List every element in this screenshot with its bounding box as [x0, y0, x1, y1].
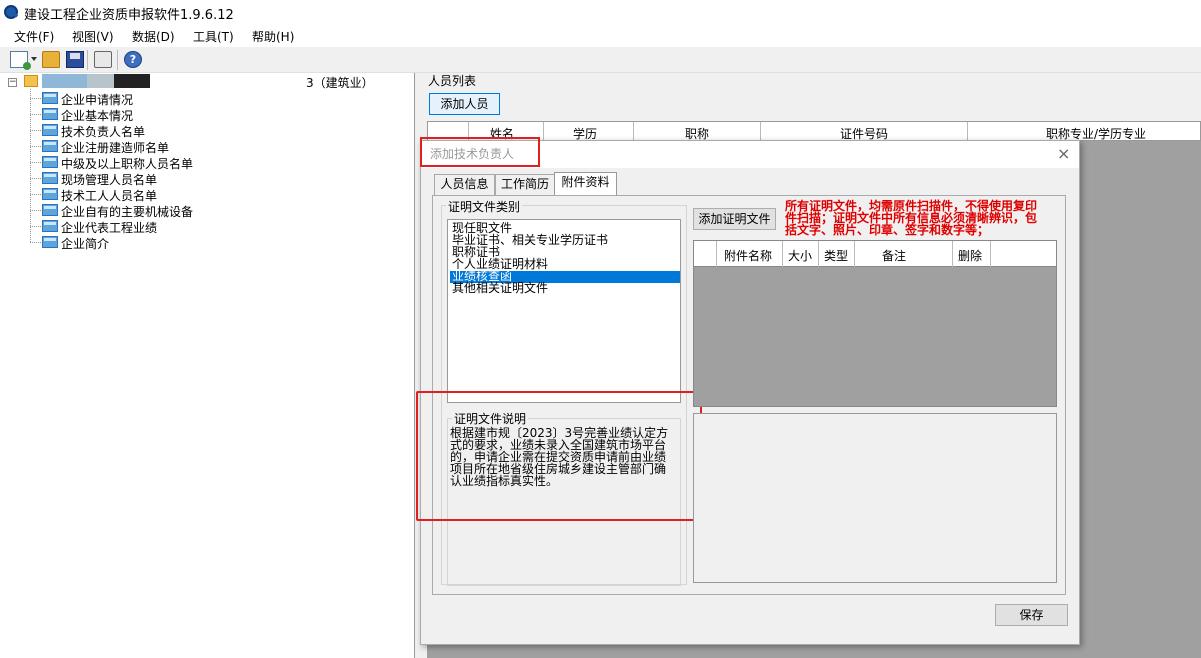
toolbar-separator [87, 50, 88, 70]
people-grid-header: 姓名 学历 职称 证件号码 职称专业/学历专业 [427, 121, 1201, 141]
warning-text: 所有证明文件，均需原件扫描件，不得使用复印件扫描；证明文件中所有信息必须清晰辨识… [785, 199, 1038, 237]
table-icon [42, 172, 58, 184]
list-item[interactable]: 其他相关证明文件 [450, 282, 680, 295]
tree-item-registered-builders[interactable]: 企业注册建造师名单 [42, 138, 342, 155]
col-delete[interactable]: 删除 [958, 247, 982, 264]
help-icon[interactable]: ? [124, 51, 142, 68]
tree-line [30, 178, 41, 179]
tree-line [30, 210, 41, 211]
column-separator [633, 122, 634, 141]
tree-line [30, 130, 41, 131]
add-file-button[interactable]: 添加证明文件 [693, 208, 776, 230]
note-box[interactable] [693, 413, 1057, 583]
column-separator [782, 241, 783, 267]
menu-data[interactable]: 数据(D) [132, 28, 175, 45]
save-icon[interactable] [66, 51, 84, 68]
menu-view[interactable]: 视图(V) [72, 28, 114, 45]
tree-line [30, 162, 41, 163]
col-attachment-name[interactable]: 附件名称 [724, 247, 772, 264]
table-icon [42, 156, 58, 168]
tab-attachments[interactable]: 附件资料 [554, 172, 617, 196]
column-separator [967, 122, 968, 141]
new-icon[interactable] [10, 51, 31, 70]
redaction-block [42, 74, 87, 88]
column-separator [716, 241, 717, 267]
people-group-caption: 人员列表 [428, 74, 477, 88]
attachment-grid-header: 附件名称 大小 类型 备注 删除 [693, 240, 1057, 267]
chevron-down-icon[interactable] [31, 57, 37, 61]
category-group-caption: 证明文件类别 [446, 198, 523, 215]
tree-item-titled-staff[interactable]: 中级及以上职称人员名单 [42, 154, 342, 171]
menu-help[interactable]: 帮助(H) [252, 28, 294, 45]
tree-item-tech-leaders[interactable]: 技术负责人名单 [42, 122, 342, 139]
tree-line [30, 194, 41, 195]
table-icon [42, 124, 58, 136]
table-icon [42, 140, 58, 152]
redaction-block [114, 74, 150, 88]
close-icon[interactable]: × [1057, 144, 1070, 163]
app-logo-icon [4, 5, 18, 19]
tree-line [30, 146, 41, 147]
add-person-button[interactable]: 添加人员 [429, 93, 500, 115]
tree-line [30, 242, 41, 243]
print-icon[interactable] [94, 51, 112, 68]
column-separator [952, 241, 953, 267]
menu-tools[interactable]: 工具(T) [193, 28, 234, 45]
column-separator [818, 241, 819, 267]
tree-root-label[interactable]: 3（建筑业） [306, 74, 374, 91]
column-separator [990, 241, 991, 267]
tree-line [30, 89, 31, 242]
table-icon [42, 92, 58, 104]
tree-item-enterprise-application[interactable]: 企业申请情况 [42, 90, 342, 107]
tree-collapse-icon[interactable]: − [8, 78, 17, 87]
column-separator [543, 122, 544, 141]
tree-item-site-managers[interactable]: 现场管理人员名单 [42, 170, 342, 187]
category-list[interactable]: 现任职文件 毕业证书、相关专业学历证书 职称证书 个人业绩证明材料 业绩核查函 … [447, 219, 681, 403]
table-icon [42, 108, 58, 120]
col-size[interactable]: 大小 [788, 247, 812, 264]
tree-item-project-records[interactable]: 企业代表工程业绩 [42, 218, 342, 235]
tab-work-history[interactable]: 工作简历 [495, 174, 555, 195]
tree-item-enterprise-basic[interactable]: 企业基本情况 [42, 106, 342, 123]
menu-bar: 文件(F) 视图(V) 数据(D) 工具(T) 帮助(H) [0, 24, 1201, 47]
menu-file[interactable]: 文件(F) [14, 28, 54, 45]
col-note[interactable]: 备注 [882, 247, 906, 264]
tree-item-equipment[interactable]: 企业自有的主要机械设备 [42, 202, 342, 219]
open-folder-icon[interactable] [42, 51, 60, 68]
tree-line [30, 114, 41, 115]
annotation-highlight-box [420, 137, 540, 167]
tab-personal-info[interactable]: 人员信息 [434, 174, 495, 195]
toolbar: ? [0, 47, 1201, 73]
tree-line [30, 226, 41, 227]
tree-item-skilled-workers[interactable]: 技术工人人员名单 [42, 186, 342, 203]
redaction-block [87, 74, 114, 88]
tree-item-company-profile[interactable]: 企业简介 [42, 234, 342, 251]
col-type[interactable]: 类型 [824, 247, 848, 264]
column-separator [854, 241, 855, 267]
toolbar-separator [117, 50, 118, 70]
table-icon [42, 204, 58, 216]
folder-icon [24, 75, 38, 87]
save-button[interactable]: 保存 [995, 604, 1068, 626]
table-icon [42, 236, 58, 248]
window-title: 建设工程企业资质申报软件1.9.6.12 [24, 8, 234, 23]
tree-line [30, 98, 41, 99]
column-separator [760, 122, 761, 141]
table-icon [42, 188, 58, 200]
annotation-highlight-box [416, 391, 702, 521]
table-icon [42, 220, 58, 232]
